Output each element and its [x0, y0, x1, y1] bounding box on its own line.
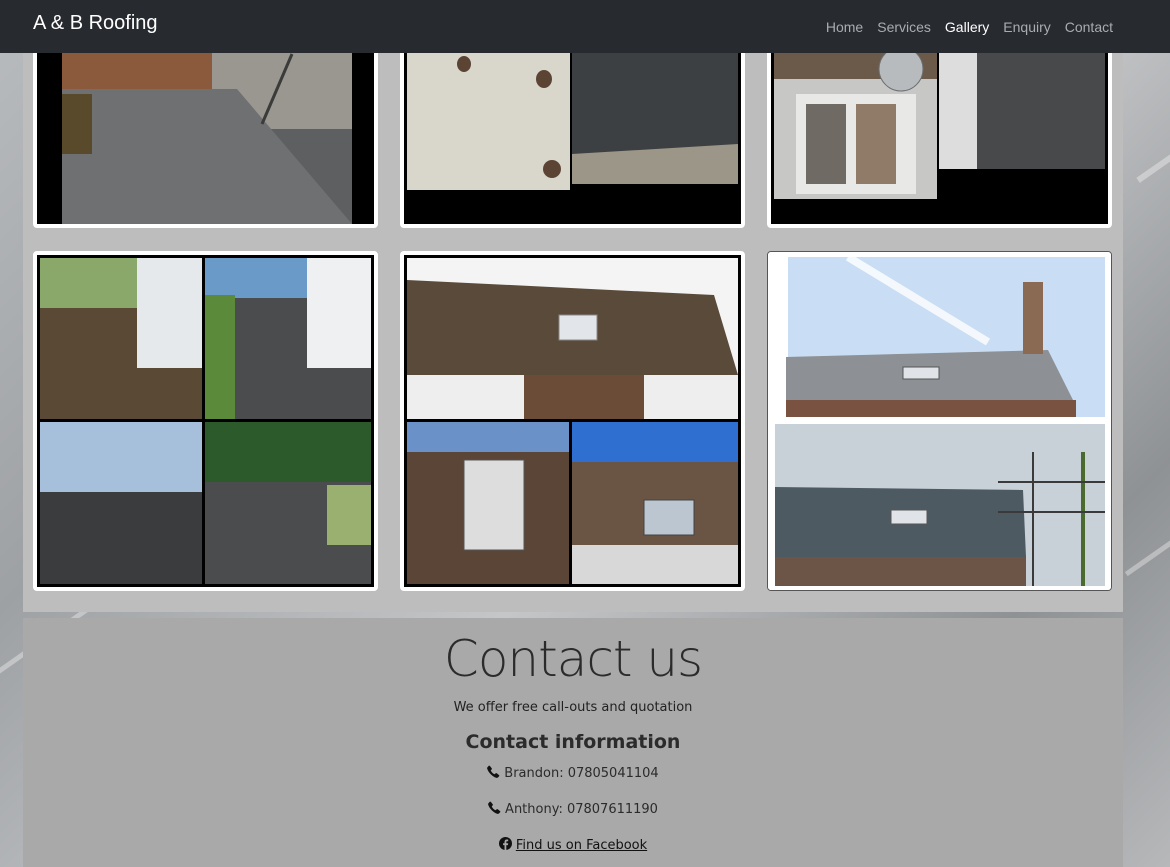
top-navbar: A & B Roofing Home Services Gallery Enqu…: [0, 0, 1170, 53]
nav-gallery[interactable]: Gallery: [945, 19, 989, 35]
nav-home[interactable]: Home: [826, 19, 863, 35]
gallery-image-flat-roof-1[interactable]: [33, 30, 378, 228]
phone-anthony-text: Anthony: 07807611190: [505, 802, 658, 817]
gallery-section: [23, 0, 1123, 612]
facebook-icon: [498, 837, 512, 854]
facebook-link-row: Find us on Facebook: [23, 837, 1123, 854]
gallery-image-flat-roof-3[interactable]: [767, 30, 1112, 228]
slate-roof-collage: [768, 252, 1111, 590]
contact-title: Contact us: [443, 630, 703, 688]
phone-brandon[interactable]: Brandon: 07805041104: [23, 765, 1123, 782]
gallery-image-slate-roof[interactable]: [767, 251, 1112, 591]
nav-contact[interactable]: Contact: [1065, 19, 1113, 35]
contact-subtitle: We offer free call-outs and quotation: [453, 700, 693, 715]
flat-roof-photo: [37, 34, 374, 224]
membrane-photo: [404, 34, 741, 224]
balcony-roof-collage: [37, 255, 374, 587]
velux-window-collage: [404, 255, 741, 587]
nav-enquiry[interactable]: Enquiry: [1003, 19, 1050, 35]
gallery-image-velux-install[interactable]: [400, 251, 745, 591]
main-nav: Home Services Gallery Enquiry Contact: [826, 19, 1113, 35]
phone-anthony[interactable]: Anthony: 07807611190: [23, 801, 1123, 818]
contact-section: Contact us We offer free call-outs and q…: [23, 618, 1123, 867]
phone-icon: [487, 765, 500, 782]
conservatory-roof-photo: [771, 34, 1108, 224]
phone-brandon-text: Brandon: 07805041104: [504, 766, 659, 781]
gallery-image-flat-roof-2[interactable]: [400, 30, 745, 228]
gallery-image-balcony-roof[interactable]: [33, 251, 378, 591]
contact-info-heading: Contact information: [465, 731, 681, 753]
facebook-link[interactable]: Find us on Facebook: [516, 838, 647, 853]
phone-icon: [488, 801, 501, 818]
nav-services[interactable]: Services: [877, 19, 931, 35]
brand-logo[interactable]: A & B Roofing: [33, 12, 158, 35]
